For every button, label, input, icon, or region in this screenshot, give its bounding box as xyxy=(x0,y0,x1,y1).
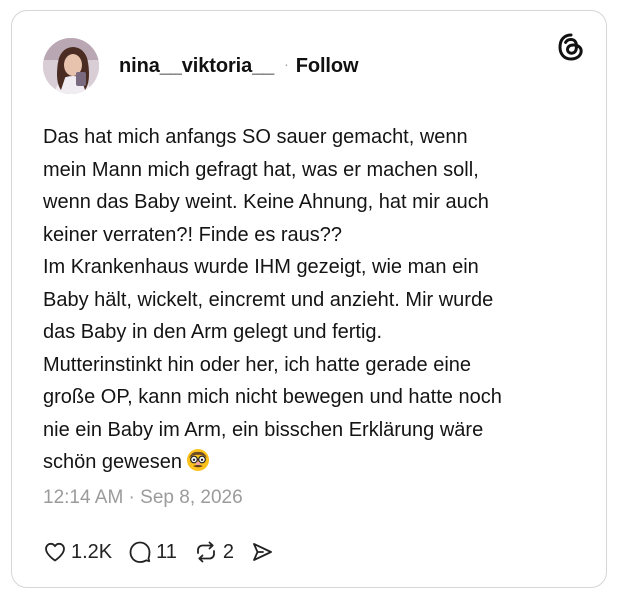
post-actions: 1.2K 11 2 xyxy=(43,537,294,567)
post-text-line: nie ein Baby im Arm, ein bisschen Erklär… xyxy=(43,418,484,441)
avatar[interactable] xyxy=(43,38,99,94)
post-body: Das hat mich anfangs SO sauer gemacht, w… xyxy=(43,121,573,483)
post-timestamp[interactable]: 12:14 AM · Sep 8, 2026 xyxy=(43,487,243,509)
post-text-line: Im Krankenhaus wurde IHM gezeigt, wie ma… xyxy=(43,256,479,278)
post-text-line: mein Mann mich gefragt hat, was er mache… xyxy=(43,158,479,181)
post-text-line: Mutterinstinkt hin oder her, ich hatte g… xyxy=(43,353,472,376)
threads-post-card: nina__viktoria__ · Follow Das hat mich anf… xyxy=(11,10,607,588)
post-header: nina__viktoria__ · Follow xyxy=(119,55,359,78)
reply-count: 11 xyxy=(156,541,177,563)
post-text-line: Das hat mich anfangs SO sauer gemacht, w… xyxy=(43,126,468,148)
threads-logo-icon[interactable] xyxy=(556,32,586,62)
follow-button[interactable]: Follow xyxy=(296,55,359,77)
reply-button[interactable]: 11 xyxy=(128,540,177,564)
post-text-line: wenn das Baby weint. Keine Ahnung, hat m… xyxy=(43,191,489,213)
post-text-line: keiner verraten?! Finde es raus?? xyxy=(43,223,343,246)
header-separator: · xyxy=(284,56,289,72)
comment-bubble-icon xyxy=(129,541,151,563)
like-count: 1.2K xyxy=(71,541,113,563)
post-text-line: schön gewesen xyxy=(43,451,182,473)
post-text-line-last: schön gewesen xyxy=(43,446,573,483)
post-text-line: Baby hält, wickelt, eincremt und anzieht… xyxy=(43,288,494,311)
send-icon xyxy=(253,543,272,561)
post-text-line: das Baby in den Arm gelegt und fertig. xyxy=(43,321,383,343)
heart-icon xyxy=(45,542,65,562)
repost-button[interactable]: 2 xyxy=(193,540,234,564)
post-text-line: große OP, kann mich nicht bewegen und ha… xyxy=(43,386,502,408)
disguised-face-emoji-icon xyxy=(186,448,210,483)
username[interactable]: nina__viktoria__ xyxy=(119,55,274,77)
repost-count: 2 xyxy=(222,541,235,563)
repost-arrows-icon xyxy=(197,541,215,563)
like-button[interactable]: 1.2K xyxy=(43,540,112,564)
share-button[interactable] xyxy=(250,540,278,564)
